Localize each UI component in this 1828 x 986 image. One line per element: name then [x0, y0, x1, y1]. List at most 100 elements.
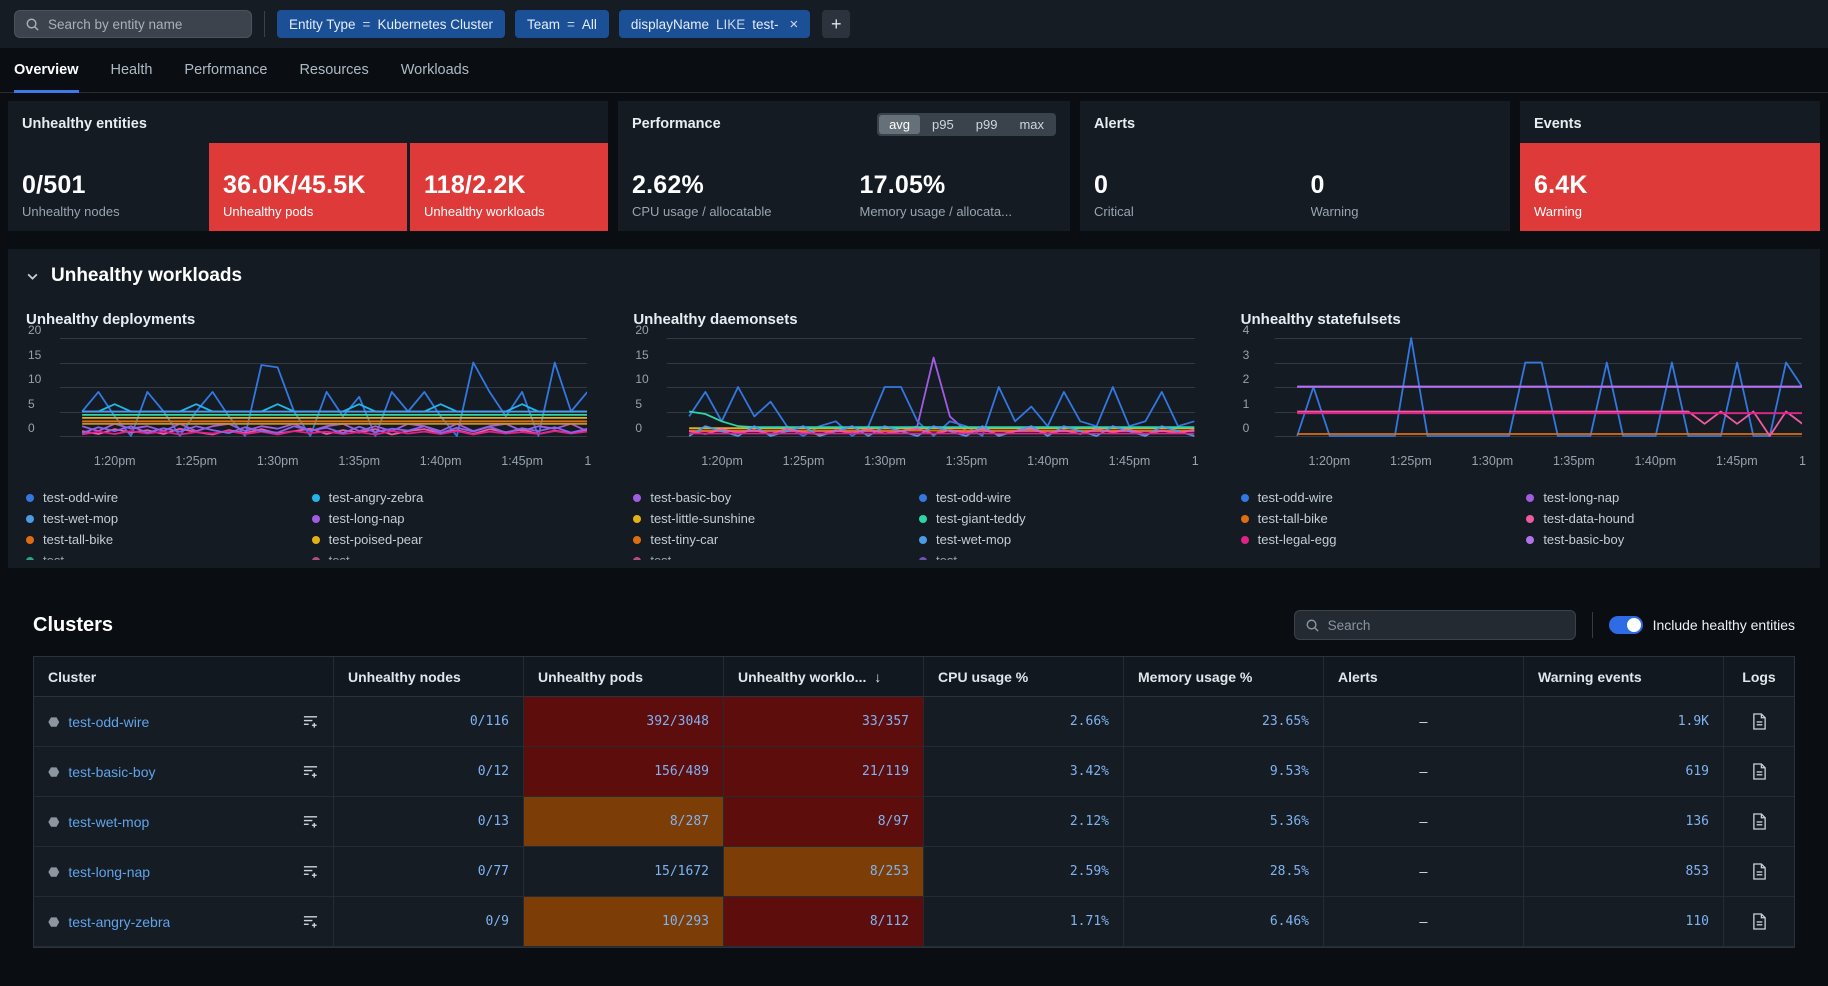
column-header-memory-usage[interactable]: Memory usage % [1124, 657, 1324, 697]
stat-memory-usage-allocata[interactable]: 17.05%Memory usage / allocata... [846, 143, 1071, 231]
cluster-link[interactable]: test-wet-mop [68, 814, 149, 830]
column-header-alerts[interactable]: Alerts [1324, 657, 1524, 697]
unhealthy-workloads-link[interactable]: 8/97 [878, 814, 909, 829]
column-header-warning-events[interactable]: Warning events [1524, 657, 1724, 697]
memory-usage-link[interactable]: 5.36% [1270, 814, 1309, 829]
stat-critical[interactable]: 0Critical [1080, 143, 1294, 231]
stat-cpu-usage-allocatable[interactable]: 2.62%CPU usage / allocatable [618, 143, 843, 231]
memory-usage-link[interactable]: 6.46% [1270, 914, 1309, 929]
unhealthy-nodes-link[interactable]: 0/116 [470, 714, 509, 729]
unhealthy-workloads-link[interactable]: 21/119 [862, 764, 909, 779]
legend-item-test-tall-bike[interactable]: test-tall-bike [1241, 511, 1517, 526]
logs-icon[interactable] [1752, 713, 1767, 730]
tab-health[interactable]: Health [111, 48, 153, 92]
legend-item-test-odd-wire[interactable]: test-odd-wire [26, 490, 302, 505]
cluster-link[interactable]: test-odd-wire [68, 714, 149, 730]
filter-add-icon[interactable] [294, 764, 319, 779]
column-header-unhealthy-pods[interactable]: Unhealthy pods [524, 657, 724, 697]
cpu-usage-link[interactable]: 3.42% [1070, 764, 1109, 779]
legend-item-test-wet-mop[interactable]: test-wet-mop [919, 532, 1195, 547]
legend-item-test-basic-boy[interactable]: test-basic-boy [1526, 532, 1802, 547]
unhealthy-workloads-link[interactable]: 33/357 [862, 714, 909, 729]
tab-resources[interactable]: Resources [299, 48, 368, 92]
unhealthy-pods-link[interactable]: 15/1672 [654, 864, 709, 879]
unhealthy-pods-link[interactable]: 8/287 [670, 814, 709, 829]
legend-item-test-little-sunshine[interactable]: test-little-sunshine [633, 511, 909, 526]
legend-item-test-long-nap[interactable]: test-long-nap [1526, 490, 1802, 505]
chart-plot-area[interactable]: 05101520 [26, 330, 587, 448]
warning-events-link[interactable]: 1.9K [1678, 714, 1709, 729]
filter-add-icon[interactable] [294, 914, 319, 929]
cpu-usage-link[interactable]: 2.66% [1070, 714, 1109, 729]
agg-option-max[interactable]: max [1009, 115, 1054, 134]
unhealthy-workloads-link[interactable]: 8/112 [870, 914, 909, 929]
tab-performance[interactable]: Performance [184, 48, 267, 92]
logs-icon[interactable] [1752, 863, 1767, 880]
cpu-usage-link[interactable]: 2.59% [1070, 864, 1109, 879]
memory-usage-link[interactable]: 23.65% [1262, 714, 1309, 729]
column-header-unhealthy-worklo[interactable]: Unhealthy worklo...↓ [724, 657, 924, 697]
cluster-link[interactable]: test-angry-zebra [68, 914, 170, 930]
stat-warning[interactable]: 0Warning [1297, 143, 1511, 231]
legend-item-test-long-nap[interactable]: test-long-nap [312, 511, 588, 526]
column-header-logs[interactable]: Logs [1724, 657, 1794, 697]
logs-icon[interactable] [1752, 813, 1767, 830]
legend-item-test-odd-wire[interactable]: test-odd-wire [919, 490, 1195, 505]
legend-item-test-tiny-car[interactable]: test-tiny-car [633, 532, 909, 547]
legend-item-test-tall-bike[interactable]: test-tall-bike [26, 532, 302, 547]
unhealthy-nodes-link[interactable]: 0/12 [478, 764, 509, 779]
memory-usage-link[interactable]: 28.5% [1270, 864, 1309, 879]
stat-unhealthy-pods[interactable]: 36.0K/45.5KUnhealthy pods [209, 143, 407, 231]
cluster-link[interactable]: test-basic-boy [68, 764, 155, 780]
cpu-usage-link[interactable]: 1.71% [1070, 914, 1109, 929]
chart-plot-area[interactable]: 05101520 [633, 330, 1194, 448]
legend-item-test-legal-egg[interactable]: test-legal-egg [1241, 532, 1517, 547]
table-search-input[interactable]: Search [1294, 610, 1576, 640]
remove-filter-icon[interactable]: × [790, 17, 799, 32]
legend-item-test-giant-teddy[interactable]: test-giant-teddy [919, 511, 1195, 526]
add-filter-button[interactable]: + [822, 10, 850, 38]
unhealthy-nodes-link[interactable]: 0/77 [478, 864, 509, 879]
filter-add-icon[interactable] [294, 864, 319, 879]
stat-warning[interactable]: 6.4KWarning [1520, 143, 1820, 231]
column-header-unhealthy-nodes[interactable]: Unhealthy nodes [334, 657, 524, 697]
chart-plot-area[interactable]: 01234 [1241, 330, 1802, 448]
agg-option-p95[interactable]: p95 [922, 115, 964, 134]
stat-unhealthy-nodes[interactable]: 0/501Unhealthy nodes [8, 143, 206, 231]
logs-icon[interactable] [1752, 763, 1767, 780]
stat-unhealthy-workloads[interactable]: 118/2.2KUnhealthy workloads [410, 143, 608, 231]
include-healthy-toggle[interactable] [1609, 616, 1643, 634]
unhealthy-pods-link[interactable]: 156/489 [654, 764, 709, 779]
tab-overview[interactable]: Overview [14, 48, 79, 92]
tab-workloads[interactable]: Workloads [401, 48, 469, 92]
filter-add-icon[interactable] [294, 814, 319, 829]
column-header-cluster[interactable]: Cluster [34, 657, 334, 697]
unhealthy-pods-link[interactable]: 392/3048 [646, 714, 709, 729]
legend-item-test-basic-boy[interactable]: test-basic-boy [633, 490, 909, 505]
legend-item-test-wet-mop[interactable]: test-wet-mop [26, 511, 302, 526]
warning-events-link[interactable]: 619 [1686, 764, 1709, 779]
entity-search-input[interactable]: Search by entity name [14, 10, 252, 38]
agg-option-p99[interactable]: p99 [966, 115, 1008, 134]
unhealthy-pods-link[interactable]: 10/293 [662, 914, 709, 929]
cpu-usage-link[interactable]: 2.12% [1070, 814, 1109, 829]
legend-item-test-odd-wire[interactable]: test-odd-wire [1241, 490, 1517, 505]
unhealthy-workloads-link[interactable]: 8/253 [870, 864, 909, 879]
legend-item-test-data-hound[interactable]: test-data-hound [1526, 511, 1802, 526]
warning-events-link[interactable]: 136 [1686, 814, 1709, 829]
warning-events-link[interactable]: 853 [1686, 864, 1709, 879]
collapse-chevron-icon[interactable] [26, 272, 39, 281]
agg-option-avg[interactable]: avg [879, 115, 920, 134]
warning-events-link[interactable]: 110 [1686, 914, 1709, 929]
legend-item-test-angry-zebra[interactable]: test-angry-zebra [312, 490, 588, 505]
logs-icon[interactable] [1752, 913, 1767, 930]
legend-item-test-poised-pear[interactable]: test-poised-pear [312, 532, 588, 547]
filter-pill-entity-type[interactable]: Entity Type=Kubernetes Cluster [277, 10, 505, 38]
filter-pill-displayname[interactable]: displayNameLIKEtest-× [619, 10, 810, 38]
unhealthy-nodes-link[interactable]: 0/9 [486, 914, 509, 929]
column-header-cpu-usage[interactable]: CPU usage % [924, 657, 1124, 697]
filter-add-icon[interactable] [294, 714, 319, 729]
memory-usage-link[interactable]: 9.53% [1270, 764, 1309, 779]
cluster-link[interactable]: test-long-nap [68, 864, 150, 880]
unhealthy-nodes-link[interactable]: 0/13 [478, 814, 509, 829]
